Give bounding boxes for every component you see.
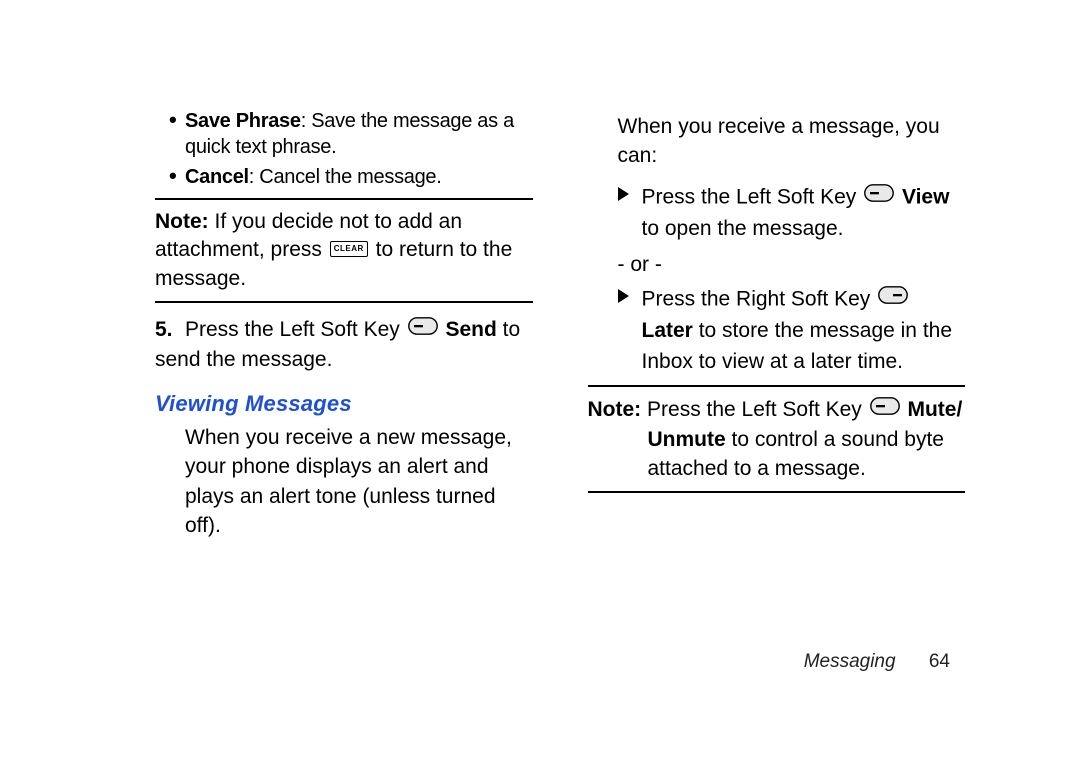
left-softkey-icon [408,315,438,343]
step-action: Send [445,318,496,341]
triangle-bullet-icon [618,289,629,303]
step-pre: Press the Left Soft Key [185,318,400,341]
footer-section: Messaging [804,651,896,672]
note-action2: Unmute [648,428,726,451]
option-label: Cancel [185,166,249,188]
right-column: When you receive a message, you can: Pre… [588,108,966,550]
step-number: 5. [155,316,185,344]
manual-page: Save Phrase: Save the message as a quick… [0,0,1080,771]
action-list: Press the Left Soft Key View to open the… [588,181,966,245]
note-block: Note: If you decide not to add an attach… [155,208,533,293]
list-item: Save Phrase: Save the message as a quick… [155,108,533,160]
note-label: Note: [588,398,642,421]
list-item: Cancel: Cancel the message. [155,164,533,190]
two-column-layout: Save Phrase: Save the message as a quick… [155,108,965,550]
left-softkey-icon [864,181,894,211]
option-label: Save Phrase [185,110,301,132]
note-label: Note: [155,210,209,233]
note-block: Note: Press the Left Soft Key Mute/ Unmu… [588,395,966,483]
item-pre: Press the Right Soft Key [642,287,871,310]
divider [588,491,966,493]
divider [588,385,966,387]
note-continuation: Unmute to control a sound byte attached … [588,426,966,483]
item-action: Later [642,319,693,342]
section-heading: Viewing Messages [155,391,533,417]
item-pre: Press the Left Soft Key [642,185,857,208]
triangle-bullet-icon [618,187,629,201]
option-text: : Cancel the message. [249,166,442,188]
step-5: 5.Press the Left Soft Key Send to send t… [155,315,533,375]
right-softkey-icon [878,283,908,313]
clear-key-icon: CLEAR [330,241,368,257]
left-column: Save Phrase: Save the message as a quick… [155,108,533,550]
page-footer: Messaging 64 [804,651,950,673]
left-softkey-icon [870,395,900,423]
item-post: to open the message. [642,217,844,240]
list-item: Press the Left Soft Key View to open the… [618,181,966,245]
item-action: View [902,185,949,208]
intro-paragraph: When you receive a new message, your pho… [155,423,533,541]
divider [155,301,533,303]
list-item: Press the Right Soft Key Later to store … [618,283,966,377]
page-number: 64 [929,651,950,673]
note-pre: Press the Left Soft Key [647,398,862,421]
divider [155,198,533,200]
options-bullets: Save Phrase: Save the message as a quick… [155,108,533,190]
right-intro: When you receive a message, you can: [588,112,966,171]
note-action1: Mute/ [907,398,962,421]
or-divider: - or - [618,253,966,277]
action-list: Press the Right Soft Key Later to store … [588,283,966,377]
